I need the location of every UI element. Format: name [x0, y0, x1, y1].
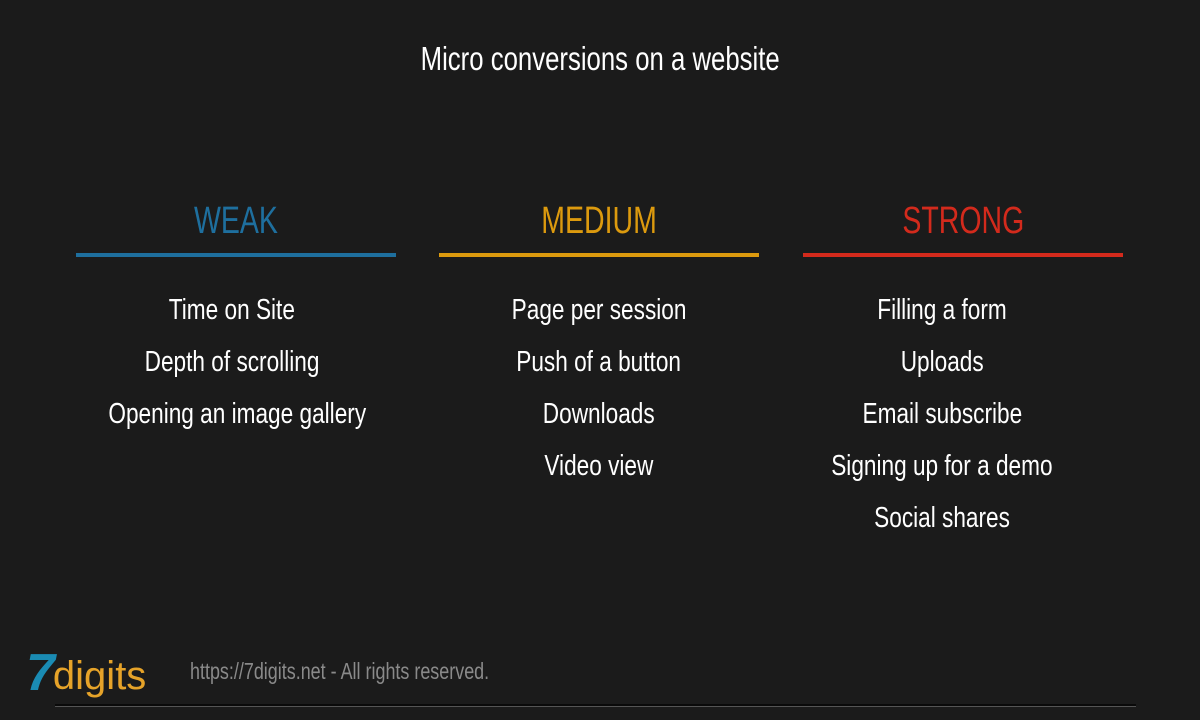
list-item: Uploads — [900, 346, 984, 378]
list-item: Signing up for a demo — [831, 450, 1053, 482]
list-item: Social shares — [874, 502, 1010, 534]
column-medium: MEDIUM Page per session Push of a button… — [439, 196, 759, 492]
list-item: Video view — [544, 450, 654, 482]
item-list: Page per session Push of a button Downlo… — [439, 284, 759, 492]
logo-word: digits — [52, 654, 147, 698]
column-heading: MEDIUM — [541, 200, 657, 242]
column-heading: WEAK — [194, 200, 278, 242]
list-item: Opening an image gallery — [108, 398, 367, 430]
footer-divider — [55, 704, 1136, 707]
column-divider — [76, 253, 396, 257]
list-item: Push of a button — [516, 346, 682, 378]
column-strong: STRONG Filling a form Uploads Email subs… — [803, 196, 1123, 544]
item-list: Time on Site Depth of scrolling Opening … — [72, 284, 392, 440]
logo-number: 7 — [26, 644, 55, 702]
list-item: Depth of scrolling — [144, 346, 320, 378]
list-item: Page per session — [511, 294, 687, 326]
brand-logo[interactable]: 7 digits — [26, 644, 147, 702]
column-weak: WEAK Time on Site Depth of scrolling Ope… — [76, 196, 396, 440]
list-item: Time on Site — [168, 294, 296, 326]
list-item: Downloads — [543, 398, 655, 430]
list-item: Filling a form — [877, 294, 1007, 326]
list-item: Email subscribe — [862, 398, 1022, 430]
copyright-text: https://7digits.net - All rights reserve… — [190, 658, 490, 684]
page-title: Micro conversions on a website — [420, 40, 780, 77]
item-list: Filling a form Uploads Email subscribe S… — [761, 284, 1123, 544]
column-divider — [803, 253, 1123, 257]
column-divider — [439, 253, 759, 257]
column-heading: STRONG — [902, 200, 1024, 242]
